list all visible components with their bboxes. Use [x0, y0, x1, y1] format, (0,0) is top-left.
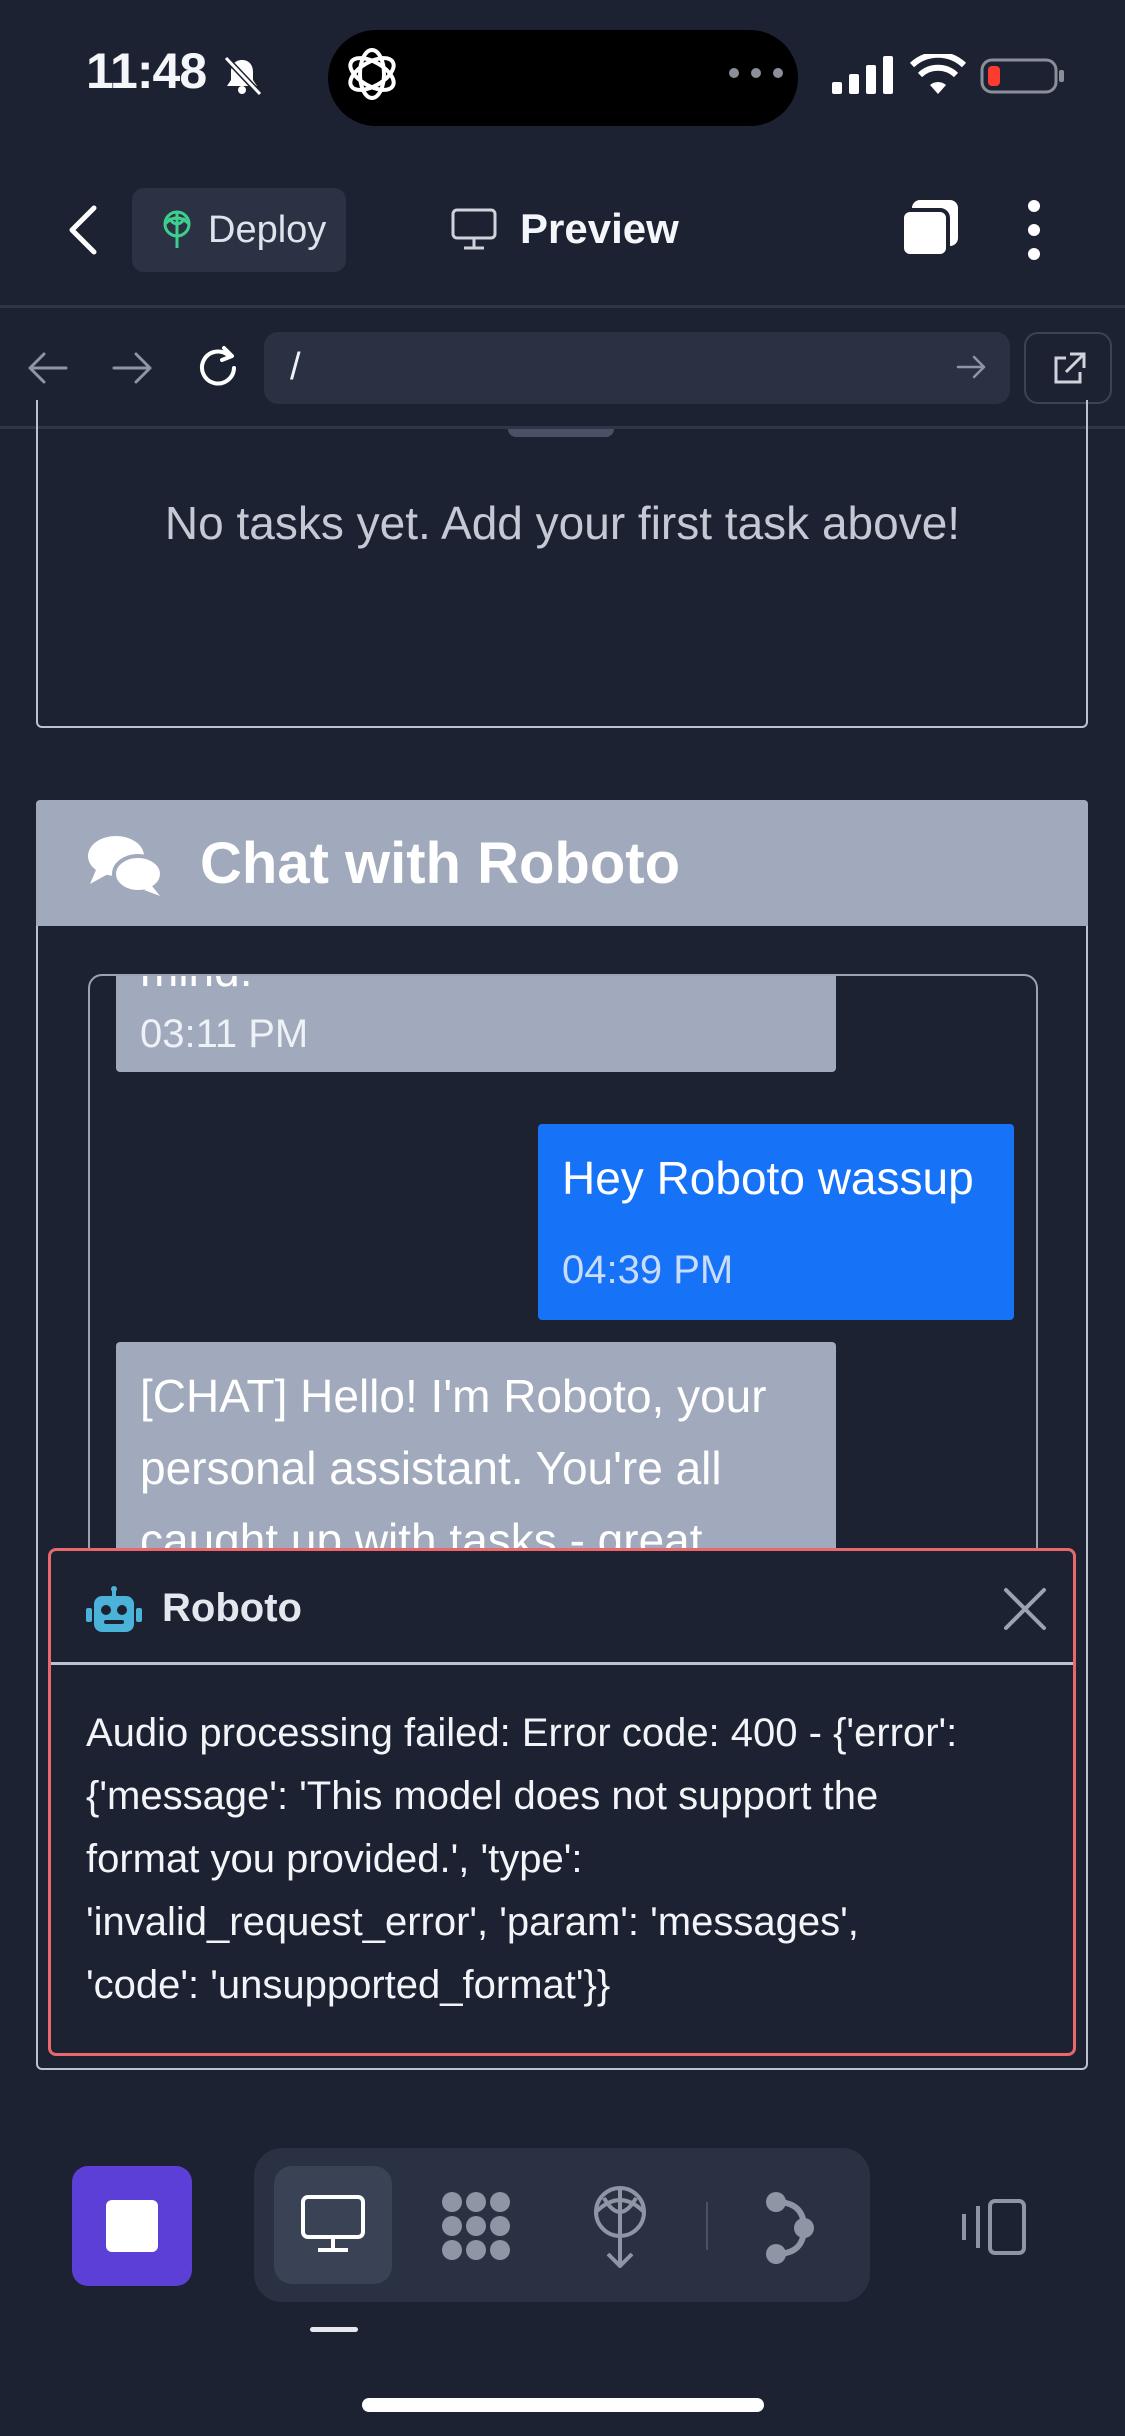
reload-icon[interactable]	[194, 344, 242, 392]
external-link-icon	[1054, 352, 1086, 384]
signal-icon	[832, 56, 893, 94]
close-icon[interactable]	[1000, 1584, 1050, 1634]
user-message: Hey Roboto wassup 04:39 PM	[538, 1124, 1014, 1320]
monitor-icon	[451, 208, 497, 250]
task-list-panel	[36, 400, 1088, 728]
more-vertical-icon[interactable]	[1018, 198, 1050, 262]
arrow-left-icon[interactable]	[24, 348, 70, 388]
go-arrow-icon[interactable]	[956, 352, 988, 382]
bell-slash-icon	[223, 55, 263, 97]
windows-icon[interactable]	[898, 196, 962, 260]
deploy-button[interactable]: Deploy	[132, 188, 346, 272]
toast-title: Roboto	[162, 1586, 302, 1630]
chatgpt-logo-icon	[348, 48, 396, 100]
chat-title: Chat with Roboto	[200, 831, 681, 896]
active-tab-indicator	[310, 2327, 358, 2332]
desktop-icon	[301, 2195, 365, 2252]
robot-icon	[86, 1586, 142, 1632]
message-time: 03:11 PM	[140, 1012, 309, 1056]
messages-list[interactable]: mind. 03:11 PM Hey Roboto wassup 04:39 P…	[88, 974, 1038, 1624]
preview-tab[interactable]: Preview	[450, 196, 679, 262]
scroll-handle	[508, 429, 614, 437]
wifi-icon	[910, 54, 966, 94]
divider	[0, 305, 1125, 308]
error-message: Audio processing failed: Error code: 400…	[86, 1711, 958, 2007]
deploy-label: Deploy	[208, 208, 327, 251]
message-text: Hey Roboto wassup	[562, 1152, 974, 1204]
back-chevron-icon[interactable]	[60, 202, 110, 258]
preview-label: Preview	[520, 205, 679, 252]
chat-bubbles-icon	[88, 836, 164, 896]
url-input[interactable]	[264, 332, 1010, 404]
layout-icon[interactable]	[958, 2198, 1028, 2256]
home-indicator[interactable]	[362, 2398, 764, 2412]
branch-icon[interactable]	[764, 2190, 816, 2266]
apps-icon[interactable]	[438, 2188, 514, 2264]
message-text: [CHAT] Hello! I'm Roboto, your personal …	[140, 1370, 767, 1566]
desktop-tab[interactable]	[274, 2166, 392, 2284]
battery-low-icon	[980, 58, 1064, 94]
divider	[706, 2202, 708, 2250]
arrow-right-icon[interactable]	[110, 348, 156, 388]
deploy-icon	[163, 210, 191, 248]
message-time: 04:39 PM	[562, 1248, 734, 1292]
url-path: /	[290, 346, 301, 388]
empty-tasks-message: No tasks yet. Add your first task above!	[164, 497, 961, 549]
assistant-message: mind. 03:11 PM	[116, 976, 836, 1072]
status-time: 11:48	[86, 43, 207, 99]
open-external-button[interactable]	[1024, 332, 1112, 404]
divider	[51, 1662, 1073, 1665]
stop-button[interactable]	[72, 2166, 192, 2286]
ellipsis-icon	[729, 68, 783, 78]
deploy-tab-icon[interactable]	[590, 2184, 650, 2268]
stop-icon	[106, 2200, 158, 2252]
